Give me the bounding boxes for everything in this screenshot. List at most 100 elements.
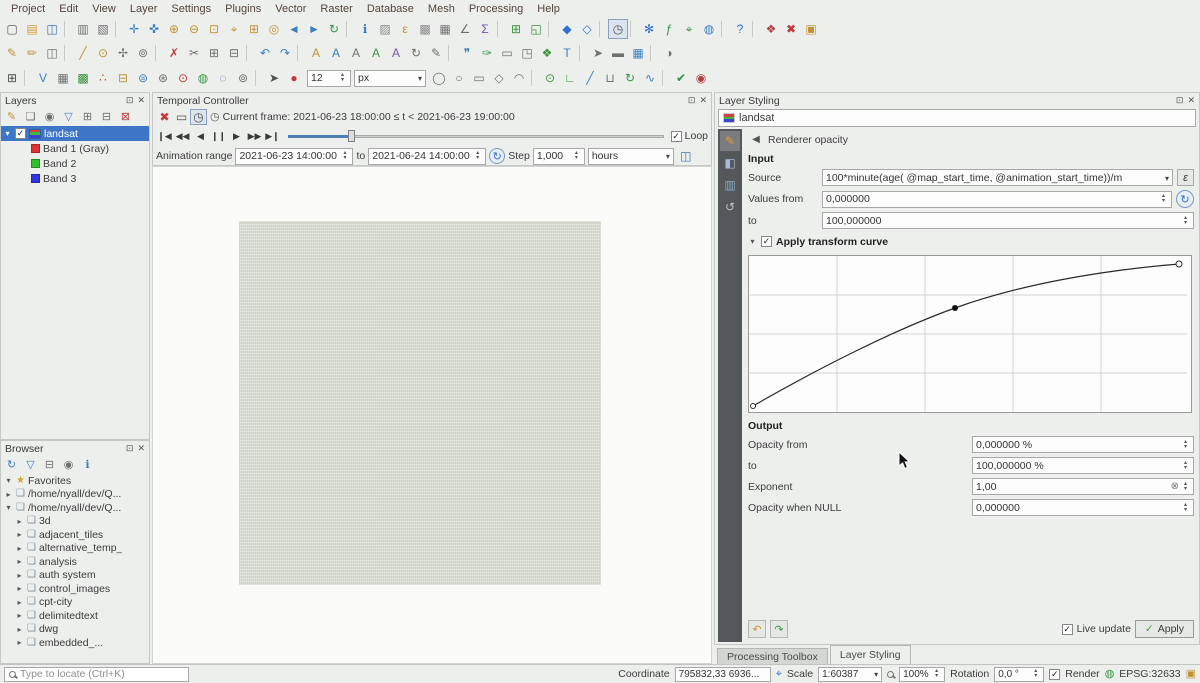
- move-feature-icon[interactable]: ✢: [113, 43, 133, 63]
- float-panel-button[interactable]: ⊡: [126, 95, 134, 106]
- layer-visibility-checkbox[interactable]: ✓: [15, 128, 26, 139]
- zoom-out-icon[interactable]: ⊖: [184, 19, 204, 39]
- skip-to-end-button[interactable]: ▶❙: [264, 128, 281, 144]
- styling-undo-button[interactable]: ↶: [748, 620, 766, 638]
- properties-widget-icon[interactable]: ℹ: [79, 457, 96, 474]
- copy-features-icon[interactable]: ⊞: [204, 43, 224, 63]
- chevron-down-icon[interactable]: [1165, 172, 1169, 184]
- browser-tree-item[interactable]: ▾ ❏ /home/nyall/dev/Q...: [1, 501, 149, 515]
- add-group-icon[interactable]: ❏: [22, 109, 39, 126]
- coordinate-input[interactable]: 795832,33 6936...: [675, 667, 771, 682]
- back-button[interactable]: ◀: [748, 132, 764, 148]
- menu-item[interactable]: Layer: [123, 2, 165, 16]
- filter-browser-icon[interactable]: ▽: [22, 457, 39, 474]
- loop-checkbox[interactable]: ✓: [671, 131, 682, 142]
- magnifier-stepper[interactable]: 100%: [899, 667, 945, 682]
- opacity-when-null-input[interactable]: 0,000000: [972, 499, 1194, 516]
- render-checkbox[interactable]: ✓: [1049, 669, 1060, 680]
- layout-manager-icon[interactable]: ▧: [93, 19, 113, 39]
- zoom-native-icon[interactable]: ◎: [264, 19, 284, 39]
- opacity-from-input[interactable]: 0,000000 %: [972, 436, 1194, 453]
- tree-expander-icon[interactable]: ▸: [4, 490, 13, 499]
- tree-expander-icon[interactable]: ▸: [15, 584, 24, 593]
- measure-icon[interactable]: ∠: [455, 19, 475, 39]
- pause-button[interactable]: ❙❙: [210, 128, 227, 144]
- animated-navigation-button[interactable]: ◷: [190, 109, 207, 125]
- set-range-from-project-button[interactable]: ↻: [489, 148, 505, 164]
- chevron-down-icon[interactable]: ▾: [3, 129, 12, 138]
- layer-band-item[interactable]: Band 3: [1, 171, 149, 186]
- highlight-labels-icon[interactable]: A: [366, 43, 386, 63]
- add-mesh-layer-icon[interactable]: ▩: [73, 68, 93, 88]
- step-value-input[interactable]: 1,000: [533, 148, 585, 165]
- tree-expander-icon[interactable]: ▸: [15, 598, 24, 607]
- tree-expander-icon[interactable]: ▾: [4, 503, 13, 512]
- plugin-icon[interactable]: ❖: [761, 19, 781, 39]
- html-annotation-icon[interactable]: ◳: [517, 43, 537, 63]
- zoom-last-icon[interactable]: ◄: [284, 19, 304, 39]
- show-hidden-icon[interactable]: ◉: [60, 457, 77, 474]
- identify-features-icon[interactable]: ℹ: [355, 19, 375, 39]
- spinner-arrows-icon[interactable]: [1181, 461, 1190, 471]
- north-arrow-icon[interactable]: ➤: [588, 43, 608, 63]
- layer-band-item[interactable]: Band 2: [1, 156, 149, 171]
- close-panel-button[interactable]: ✕: [1187, 95, 1195, 106]
- add-wms-layer-icon[interactable]: ◍: [193, 68, 213, 88]
- trim-extend-icon[interactable]: ∟: [560, 68, 580, 88]
- filter-legend-icon[interactable]: ▽: [60, 109, 77, 126]
- pan-map-icon[interactable]: ✛: [124, 19, 144, 39]
- refresh-map-icon[interactable]: ↻: [324, 19, 344, 39]
- spinner-arrows-icon[interactable]: [338, 73, 347, 83]
- messages-icon[interactable]: ▣: [1186, 669, 1196, 680]
- layer-labeling-icon[interactable]: A: [306, 43, 326, 63]
- add-postgis-layer-icon[interactable]: ⊜: [133, 68, 153, 88]
- add-spatialite-layer-icon[interactable]: ⊛: [153, 68, 173, 88]
- stop-rendering-icon[interactable]: ✖: [781, 19, 801, 39]
- apply-button[interactable]: ✓ Apply: [1135, 620, 1194, 638]
- step-forward-button[interactable]: ▶: [228, 128, 245, 144]
- zoom-full-icon[interactable]: ⊡: [204, 19, 224, 39]
- text-annotation-icon[interactable]: T: [557, 43, 577, 63]
- deselect-features-icon[interactable]: ▩: [415, 19, 435, 39]
- tree-expander-icon[interactable]: ▸: [15, 544, 24, 553]
- digitize-arc-icon[interactable]: ◠: [509, 68, 529, 88]
- browser-tree-item[interactable]: ▸ ❏ /home/nyall/dev/Q...: [1, 488, 149, 502]
- annotation-select-icon[interactable]: ➤: [264, 68, 284, 88]
- spinner-arrows-icon[interactable]: [572, 151, 581, 161]
- menu-item[interactable]: Mesh: [421, 2, 462, 16]
- browser-tree-item[interactable]: ▸ ❏ control_images: [1, 582, 149, 596]
- preview-mode-icon[interactable]: ◑: [659, 43, 679, 63]
- browser-tree-item[interactable]: ▸ ❏ embedded_...: [1, 636, 149, 650]
- zoom-in-icon[interactable]: ⊕: [164, 19, 184, 39]
- tab-layer-styling[interactable]: Layer Styling: [830, 645, 911, 664]
- save-layer-edits-icon[interactable]: ◫: [42, 43, 62, 63]
- spinner-arrows-icon[interactable]: [1181, 482, 1190, 492]
- tree-expander-icon[interactable]: ▸: [15, 530, 24, 539]
- add-delimited-text-layer-icon[interactable]: ⊟: [113, 68, 133, 88]
- new-print-layout-icon[interactable]: ▥: [73, 19, 93, 39]
- rotation-stepper[interactable]: 0,0 °: [994, 667, 1044, 682]
- toggle-editing-icon[interactable]: ✏: [22, 43, 42, 63]
- snapping-icon[interactable]: ◉: [691, 68, 711, 88]
- close-panel-button[interactable]: ✕: [699, 95, 707, 106]
- chevron-down-icon[interactable]: ▾: [748, 237, 757, 246]
- values-from-input[interactable]: 0,000000: [822, 191, 1172, 208]
- merge-features-icon[interactable]: ⊔: [600, 68, 620, 88]
- digitize-polygon-icon[interactable]: ◇: [489, 68, 509, 88]
- current-edits-icon[interactable]: ✎: [2, 43, 22, 63]
- undo-icon[interactable]: ↶: [255, 43, 275, 63]
- transform-curve-editor[interactable]: [748, 255, 1192, 413]
- processing-toolbox-icon[interactable]: ✻: [639, 19, 659, 39]
- add-point-feature-icon[interactable]: ⊙: [93, 43, 113, 63]
- check-geometry-icon[interactable]: ✔: [671, 68, 691, 88]
- menu-item[interactable]: Vector: [268, 2, 313, 16]
- timeline-slider[interactable]: [288, 129, 664, 143]
- open-layer-styling-icon[interactable]: ✎: [3, 109, 20, 126]
- float-panel-button[interactable]: ⊡: [126, 443, 134, 454]
- font-size-stepper[interactable]: 12: [307, 70, 351, 87]
- metasearch-icon[interactable]: ◍: [699, 19, 719, 39]
- open-project-icon[interactable]: ▤: [22, 19, 42, 39]
- save-project-icon[interactable]: ◫: [42, 19, 62, 39]
- pin-labels-icon[interactable]: A: [346, 43, 366, 63]
- close-panel-button[interactable]: ✕: [137, 443, 145, 454]
